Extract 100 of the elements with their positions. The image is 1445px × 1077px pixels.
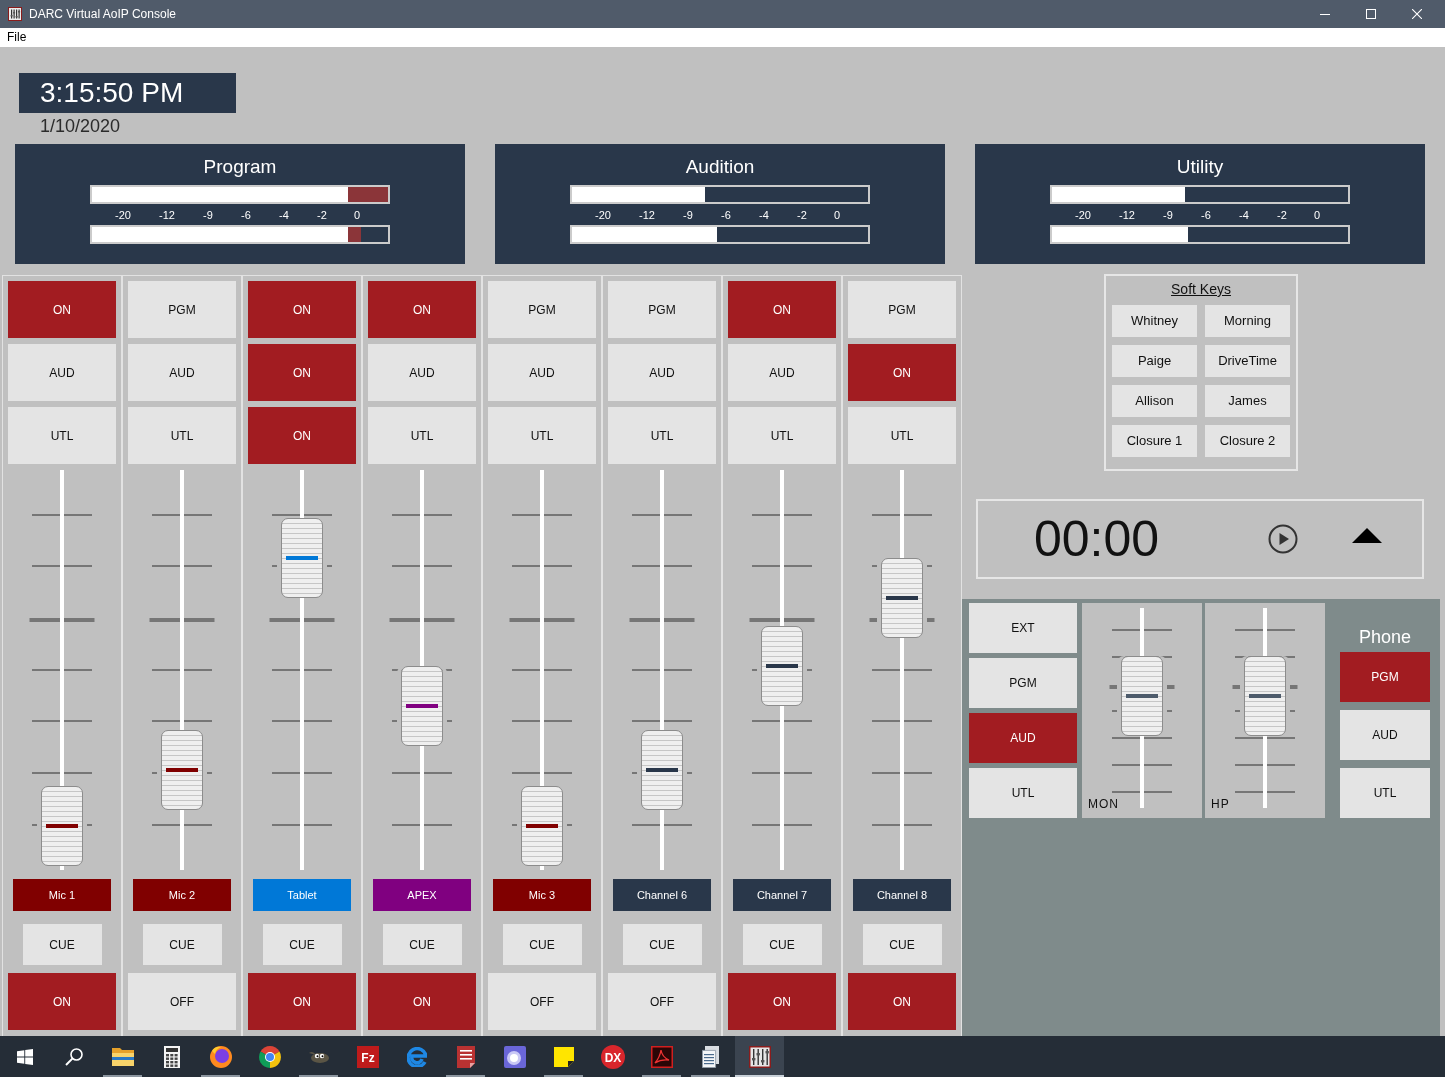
cue-button[interactable]: CUE — [502, 924, 582, 965]
swirl-icon — [406, 1046, 427, 1067]
bus-button[interactable]: PGM — [608, 281, 716, 338]
bus-button[interactable]: UTL — [8, 407, 116, 464]
bus-button[interactable]: PGM — [128, 281, 236, 338]
phone-bus-button[interactable]: PGM — [1340, 652, 1430, 702]
cue-button[interactable]: CUE — [382, 924, 462, 965]
bus-button[interactable]: ON — [248, 344, 356, 401]
mixer-icon — [8, 7, 22, 21]
cue-button[interactable]: CUE — [22, 924, 102, 965]
channel-label: Channel 7 — [733, 879, 831, 911]
soft-key-button[interactable]: Closure 1 — [1112, 425, 1197, 457]
channel-label: Channel 8 — [853, 879, 951, 911]
disc-icon — [209, 1045, 232, 1068]
bus-button[interactable]: ON — [8, 281, 116, 338]
cue-button[interactable]: CUE — [742, 924, 822, 965]
channel-on-button[interactable]: OFF — [128, 973, 236, 1030]
phone-title: Phone — [1358, 626, 1412, 648]
scale-label: -9 — [1162, 208, 1174, 223]
scale-label: -12 — [638, 208, 656, 223]
bus-button[interactable]: ON — [728, 281, 836, 338]
scale-label: -6 — [1200, 208, 1212, 223]
phone-bus-button[interactable]: UTL — [1340, 768, 1430, 818]
channel-on-button[interactable]: ON — [8, 973, 116, 1030]
scale-label: -6 — [720, 208, 732, 223]
channel-on-button[interactable]: OFF — [488, 973, 596, 1030]
bus-button[interactable]: PGM — [848, 281, 956, 338]
papers-icon — [702, 1045, 719, 1068]
scale-label: -4 — [278, 208, 290, 223]
bus-button[interactable]: ON — [248, 281, 356, 338]
scale-label: -2 — [1276, 208, 1288, 223]
bus-button[interactable]: ON — [248, 407, 356, 464]
channel-label: Mic 3 — [493, 879, 591, 911]
bus-button[interactable]: UTL — [608, 407, 716, 464]
cue-button[interactable]: CUE — [622, 924, 702, 965]
taskbar-button[interactable]: Fz — [343, 1036, 392, 1077]
scale-label: 0 — [832, 208, 842, 223]
bus-button[interactable]: UTL — [848, 407, 956, 464]
start-icon — [16, 1048, 33, 1065]
channel-on-button[interactable]: ON — [728, 973, 836, 1030]
bus-button[interactable]: AUD — [128, 344, 236, 401]
monitor-source-button[interactable]: UTL — [969, 768, 1077, 818]
bus-button[interactable]: AUD — [608, 344, 716, 401]
scale-label: -2 — [316, 208, 328, 223]
bus-button[interactable]: PGM — [488, 281, 596, 338]
document-icon — [456, 1045, 475, 1068]
triangle-up-icon[interactable] — [1352, 527, 1382, 543]
letter-tile-icon: Fz — [356, 1045, 379, 1068]
scale-label: 0 — [352, 208, 362, 223]
monitor-source-button[interactable]: AUD — [969, 713, 1077, 763]
bus-button[interactable]: AUD — [368, 344, 476, 401]
scale-label: -20 — [114, 208, 132, 223]
soft-key-button[interactable]: Closure 2 — [1205, 425, 1290, 457]
soft-key-button[interactable]: Allison — [1112, 385, 1197, 417]
channel-label: Channel 6 — [613, 879, 711, 911]
soft-key-button[interactable]: Whitney — [1112, 305, 1197, 337]
close-icon[interactable] — [1412, 9, 1422, 19]
bus-button[interactable]: UTL — [488, 407, 596, 464]
soft-key-button[interactable]: Morning — [1205, 305, 1290, 337]
minimize-icon[interactable] — [1320, 13, 1330, 15]
soft-key-button[interactable]: DriveTime — [1205, 345, 1290, 377]
channel-on-button[interactable]: OFF — [608, 973, 716, 1030]
channel-on-button[interactable]: ON — [368, 973, 476, 1030]
scale-label: -4 — [1238, 208, 1250, 223]
maximize-icon[interactable] — [1366, 9, 1376, 19]
taskbar-button[interactable]: DX — [588, 1036, 637, 1077]
bus-button[interactable]: UTL — [728, 407, 836, 464]
bus-button[interactable]: AUD — [8, 344, 116, 401]
channel-on-button[interactable]: ON — [848, 973, 956, 1030]
bus-button[interactable]: AUD — [728, 344, 836, 401]
timer-display: 00:00 — [1034, 511, 1160, 567]
phone-bus-button[interactable]: AUD — [1340, 710, 1430, 760]
scale-label: -9 — [682, 208, 694, 223]
menu-item[interactable]: File — [7, 30, 27, 45]
play-icon[interactable] — [1268, 524, 1298, 554]
mixer-icon — [748, 1045, 771, 1068]
folder-icon — [111, 1047, 134, 1066]
channel-label: APEX — [373, 879, 471, 911]
monitor-source-button[interactable]: PGM — [969, 658, 1077, 708]
channel-label: Mic 1 — [13, 879, 111, 911]
bus-button[interactable]: UTL — [368, 407, 476, 464]
soft-key-button[interactable]: Paige — [1112, 345, 1197, 377]
soft-key-button[interactable]: James — [1205, 385, 1290, 417]
cue-button[interactable]: CUE — [262, 924, 342, 965]
channel-on-button[interactable]: ON — [248, 973, 356, 1030]
bus-button[interactable]: UTL — [128, 407, 236, 464]
cue-button[interactable]: CUE — [862, 924, 942, 965]
soft-keys-title: Soft Keys — [1171, 280, 1231, 298]
scale-label: -20 — [1074, 208, 1092, 223]
date-label: 1/10/2020 — [40, 115, 121, 137]
taskbar-button[interactable] — [735, 1036, 784, 1077]
creature-icon — [308, 1050, 329, 1063]
channel-label: Tablet — [253, 879, 351, 911]
bus-button[interactable]: ON — [848, 344, 956, 401]
bus-button[interactable]: ON — [368, 281, 476, 338]
monitor-source-button[interactable]: EXT — [969, 603, 1077, 653]
scale-label: -12 — [1118, 208, 1136, 223]
cue-button[interactable]: CUE — [142, 924, 222, 965]
scale-label: -2 — [796, 208, 808, 223]
bus-button[interactable]: AUD — [488, 344, 596, 401]
